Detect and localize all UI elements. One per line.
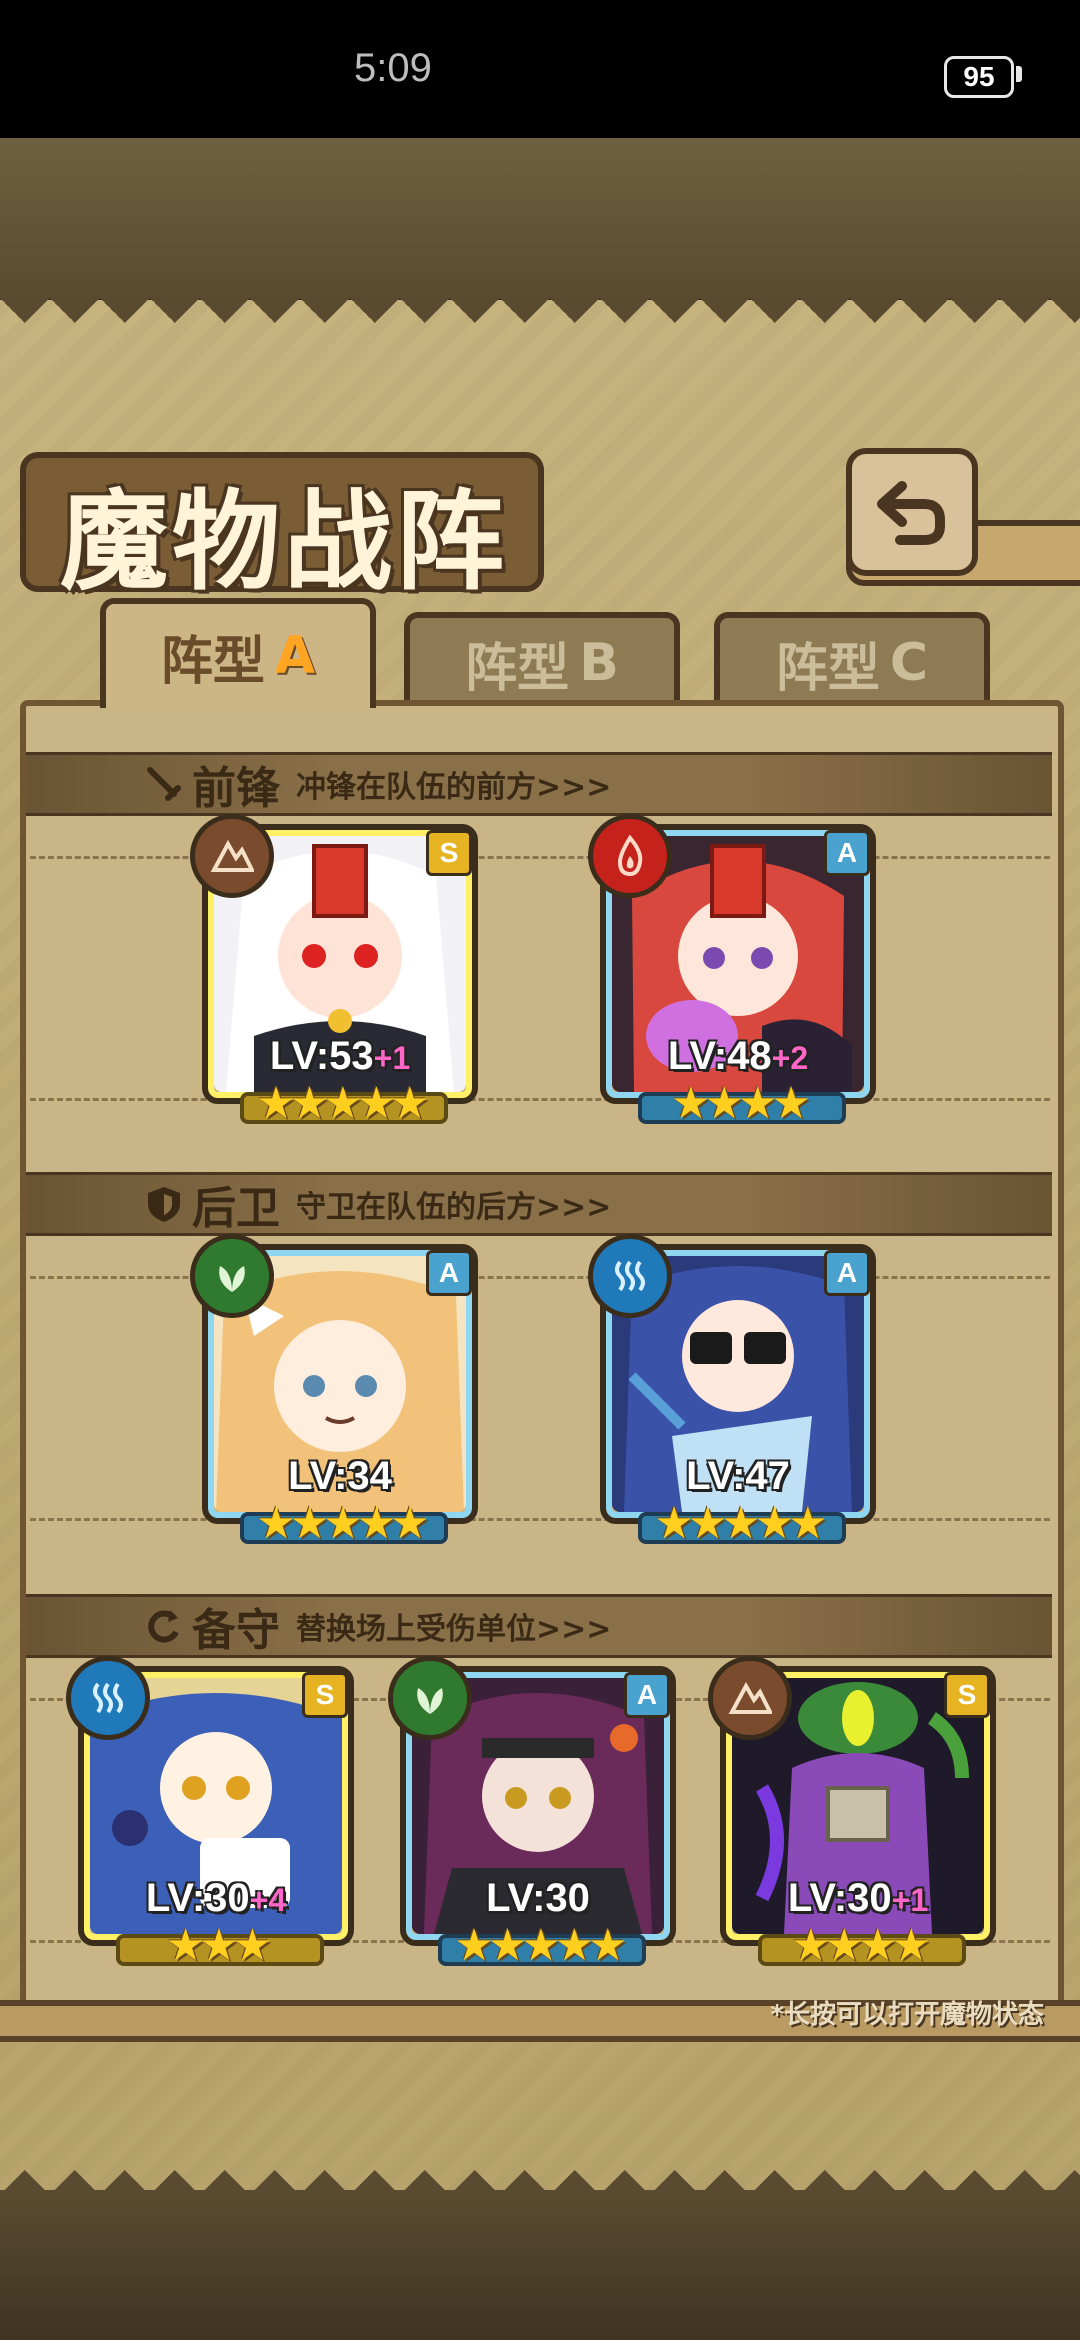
tab-formation-a[interactable]: 阵型 A (100, 598, 376, 708)
rank-badge: S (426, 830, 472, 876)
monster-level: LV:34 (202, 1454, 478, 1499)
level-value: LV:30 (145, 1876, 250, 1920)
section-title: 前锋 (192, 763, 280, 814)
formation-tabs: 阵型 A 阵型 B 阵型 C (20, 598, 1060, 708)
star-rating: ★★★★★ (256, 1078, 429, 1129)
tab-label: 阵型 (465, 638, 570, 699)
level-value: LV:47 (686, 1454, 790, 1498)
level-plus: +1 (891, 1882, 929, 1918)
star-rating: ★★★★★ (454, 1920, 627, 1971)
battery-tip (1016, 66, 1022, 82)
monster-card[interactable]: S LV:30+1 ★★★★ (708, 1656, 996, 1971)
back-arrow-icon (877, 481, 945, 545)
leaf-element-icon (388, 1656, 472, 1740)
section-desc: 守卫在队伍的后方>>> (296, 1190, 612, 1225)
rank-badge: S (944, 1672, 990, 1718)
section-back: 后卫 守卫在队伍的后方>>> (26, 1172, 1052, 1236)
sword-icon (144, 764, 184, 804)
back-button[interactable] (846, 448, 978, 576)
page-title: 魔物战阵 (60, 479, 509, 605)
slot-line (30, 1518, 1050, 1521)
rank-badge: S (302, 1672, 348, 1718)
star-rating: ★★★★★ (256, 1498, 429, 1549)
tab-formation-b[interactable]: 阵型 B (404, 612, 680, 708)
status-bar: 5:09 95 (0, 0, 1080, 138)
monster-level: LV:30+1 (720, 1876, 996, 1921)
background-top (0, 138, 1080, 298)
fire-element-icon (588, 814, 672, 898)
star-rating: ★★★★ (671, 1078, 811, 1129)
long-press-hint: *长按可以打开魔物状态 (770, 2000, 1044, 2030)
swap-icon (144, 1606, 184, 1646)
section-desc: 替换场上受伤单位>>> (296, 1612, 612, 1647)
rank-badge: A (426, 1250, 472, 1296)
level-value: LV:30 (486, 1876, 590, 1920)
section-front: 前锋 冲锋在队伍的前方>>> (26, 752, 1052, 816)
tab-formation-c[interactable]: 阵型 C (714, 612, 990, 708)
monster-level: LV:48+2 (600, 1034, 876, 1079)
tab-letter: B (579, 633, 619, 693)
tab-label: 阵型 (775, 638, 880, 699)
torn-edge-top (0, 298, 1080, 348)
leaf-element-icon (190, 1234, 274, 1318)
star-rating: ★★★★ (791, 1920, 931, 1971)
torn-edge-bottom (0, 2145, 1080, 2195)
monster-card[interactable]: S LV:53+1 ★★★★★ (190, 814, 478, 1129)
rank-badge: A (624, 1672, 670, 1718)
monster-card[interactable]: A LV:47 ★★★★★ (588, 1234, 876, 1549)
earth-element-icon (190, 814, 274, 898)
clock: 5:09 (354, 46, 432, 90)
monster-level: LV:53+1 (202, 1034, 478, 1079)
level-plus: +1 (373, 1040, 411, 1076)
monster-level: LV:30+4 (78, 1876, 354, 1921)
earth-element-icon (708, 1656, 792, 1740)
tab-letter: A (274, 626, 316, 686)
monster-card[interactable]: A LV:34 ★★★★★ (190, 1234, 478, 1549)
water-element-icon (66, 1656, 150, 1740)
section-title: 后卫 (192, 1183, 280, 1234)
slot-line (30, 856, 1050, 859)
section-reserve: 备守 替换场上受伤单位>>> (26, 1594, 1052, 1658)
monster-card[interactable]: S LV:30+4 ★★★ (66, 1656, 354, 1971)
rank-badge: A (824, 830, 870, 876)
level-value: LV:53 (269, 1034, 374, 1078)
battery-icon: 95 (944, 56, 1014, 98)
level-value: LV:30 (787, 1876, 892, 1920)
monster-level: LV:47 (600, 1454, 876, 1499)
star-rating: ★★★ (165, 1920, 272, 1971)
star-rating: ★★★★★ (654, 1498, 827, 1549)
tab-letter: C (889, 633, 929, 693)
monster-card[interactable]: A LV:30 ★★★★★ (388, 1656, 676, 1971)
monster-card[interactable]: A LV:48+2 ★★★★ (588, 814, 876, 1129)
level-plus: +4 (249, 1882, 287, 1918)
water-element-icon (588, 1234, 672, 1318)
level-plus: +2 (771, 1040, 809, 1076)
level-value: LV:48 (667, 1034, 772, 1078)
background-bottom (0, 2190, 1080, 2340)
level-value: LV:34 (288, 1454, 392, 1498)
tab-label: 阵型 (160, 631, 265, 692)
monster-level: LV:30 (400, 1876, 676, 1921)
section-title: 备守 (192, 1605, 280, 1656)
shield-icon (144, 1184, 184, 1224)
section-desc: 冲锋在队伍的前方>>> (296, 770, 612, 805)
slot-line (30, 1098, 1050, 1101)
rank-badge: A (824, 1250, 870, 1296)
slot-line (30, 1276, 1050, 1279)
